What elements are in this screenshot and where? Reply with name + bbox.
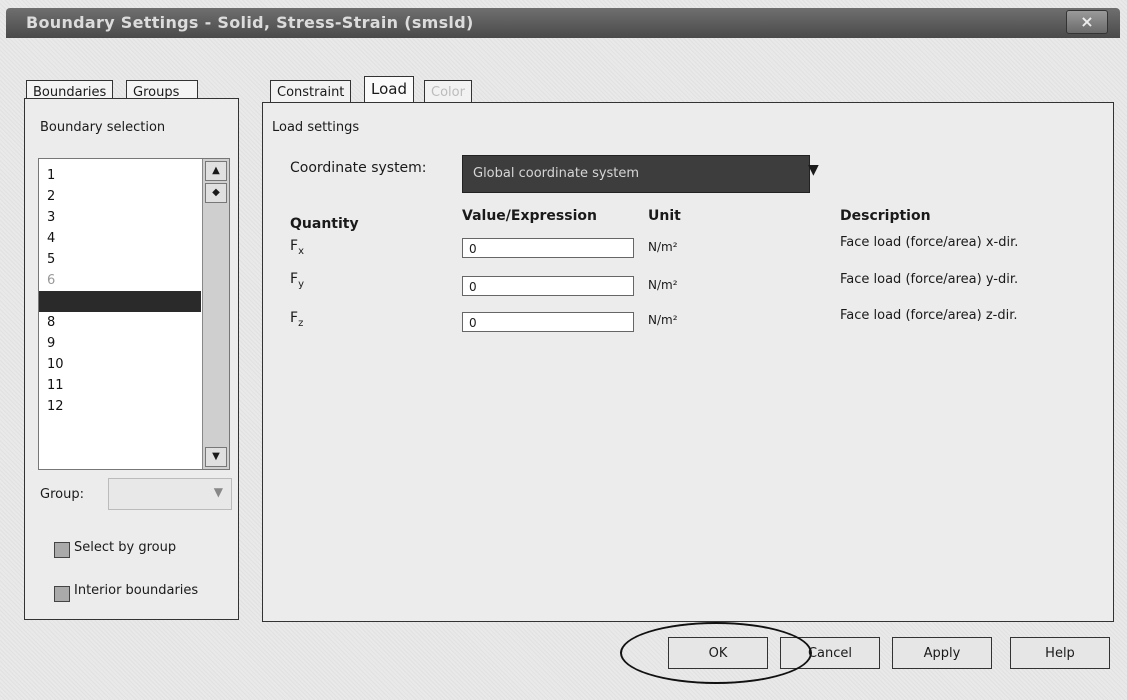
- select-by-group-checkbox[interactable]: [54, 542, 70, 558]
- coord-system-value: Global coordinate system: [473, 166, 640, 181]
- fy-unit: N/m²: [648, 278, 678, 292]
- ok-button[interactable]: OK: [668, 637, 768, 669]
- close-icon: ×: [1080, 12, 1094, 31]
- boundary-settings-dialog: Boundary Settings - Solid, Stress-Strain…: [0, 0, 1127, 700]
- list-item[interactable]: 9: [39, 333, 201, 354]
- list-item[interactable]: 2: [39, 186, 201, 207]
- chevron-down-icon: ▼: [213, 485, 223, 499]
- fz-value-field[interactable]: 0: [462, 312, 634, 332]
- load-settings-title: Load settings: [272, 120, 360, 135]
- list-item[interactable]: 12: [39, 396, 201, 417]
- scroll-up-icon[interactable]: ▲: [205, 161, 227, 181]
- boundary-listbox[interactable]: 1 2 3 4 5 6 7 8 9 10 11 12 ▲ ◆ ▼: [38, 158, 230, 470]
- quantity-fy: Fy: [290, 271, 304, 290]
- boundary-selection-label: Boundary selection: [40, 120, 166, 135]
- coord-system-select[interactable]: Global coordinate system: [462, 155, 810, 193]
- close-button[interactable]: ×: [1066, 10, 1108, 34]
- fy-description: Face load (force/area) y-dir.: [840, 272, 1019, 287]
- coord-system-label: Coordinate system:: [290, 160, 427, 176]
- title-bar[interactable]: Boundary Settings - Solid, Stress-Strain…: [6, 8, 1120, 38]
- tab-constraint[interactable]: Constraint: [270, 80, 352, 104]
- list-item[interactable]: 11: [39, 375, 201, 396]
- list-item[interactable]: 8: [39, 312, 201, 333]
- cancel-button[interactable]: Cancel: [780, 637, 880, 669]
- list-scrollbar[interactable]: ▲ ◆ ▼: [202, 159, 229, 469]
- list-item-selected[interactable]: 7: [39, 291, 201, 312]
- quantity-fz: Fz: [290, 310, 304, 329]
- group-select[interactable]: ▼: [108, 478, 232, 510]
- description-header: Description: [840, 208, 931, 224]
- interior-boundaries-checkbox[interactable]: [54, 586, 70, 602]
- list-item[interactable]: 6: [39, 270, 201, 291]
- interior-boundaries-label: Interior boundaries: [74, 583, 199, 598]
- quantity-header: Quantity: [290, 216, 359, 232]
- scroll-thumb-icon[interactable]: ◆: [205, 183, 227, 203]
- window-title: Boundary Settings - Solid, Stress-Strain…: [26, 13, 474, 32]
- list-item[interactable]: 4: [39, 228, 201, 249]
- chevron-down-icon[interactable]: ▼: [808, 162, 819, 178]
- quantity-fx: Fx: [290, 238, 304, 257]
- help-button[interactable]: Help: [1010, 637, 1110, 669]
- fx-description: Face load (force/area) x-dir.: [840, 235, 1019, 250]
- tab-load[interactable]: Load: [364, 76, 414, 104]
- group-label: Group:: [40, 487, 84, 502]
- list-item[interactable]: 10: [39, 354, 201, 375]
- fz-description: Face load (force/area) z-dir.: [840, 308, 1018, 323]
- select-by-group-label: Select by group: [74, 540, 177, 555]
- list-item[interactable]: 5: [39, 249, 201, 270]
- fx-unit: N/m²: [648, 240, 678, 254]
- list-item[interactable]: 1: [39, 165, 201, 186]
- fz-unit: N/m²: [648, 313, 678, 327]
- apply-button[interactable]: Apply: [892, 637, 992, 669]
- list-item[interactable]: 3: [39, 207, 201, 228]
- fy-value-field[interactable]: 0: [462, 276, 634, 296]
- tab-color[interactable]: Color: [424, 80, 472, 104]
- scroll-down-icon[interactable]: ▼: [205, 447, 227, 467]
- fx-value-field[interactable]: 0: [462, 238, 634, 258]
- unit-header: Unit: [648, 208, 681, 224]
- value-header: Value/Expression: [462, 208, 597, 224]
